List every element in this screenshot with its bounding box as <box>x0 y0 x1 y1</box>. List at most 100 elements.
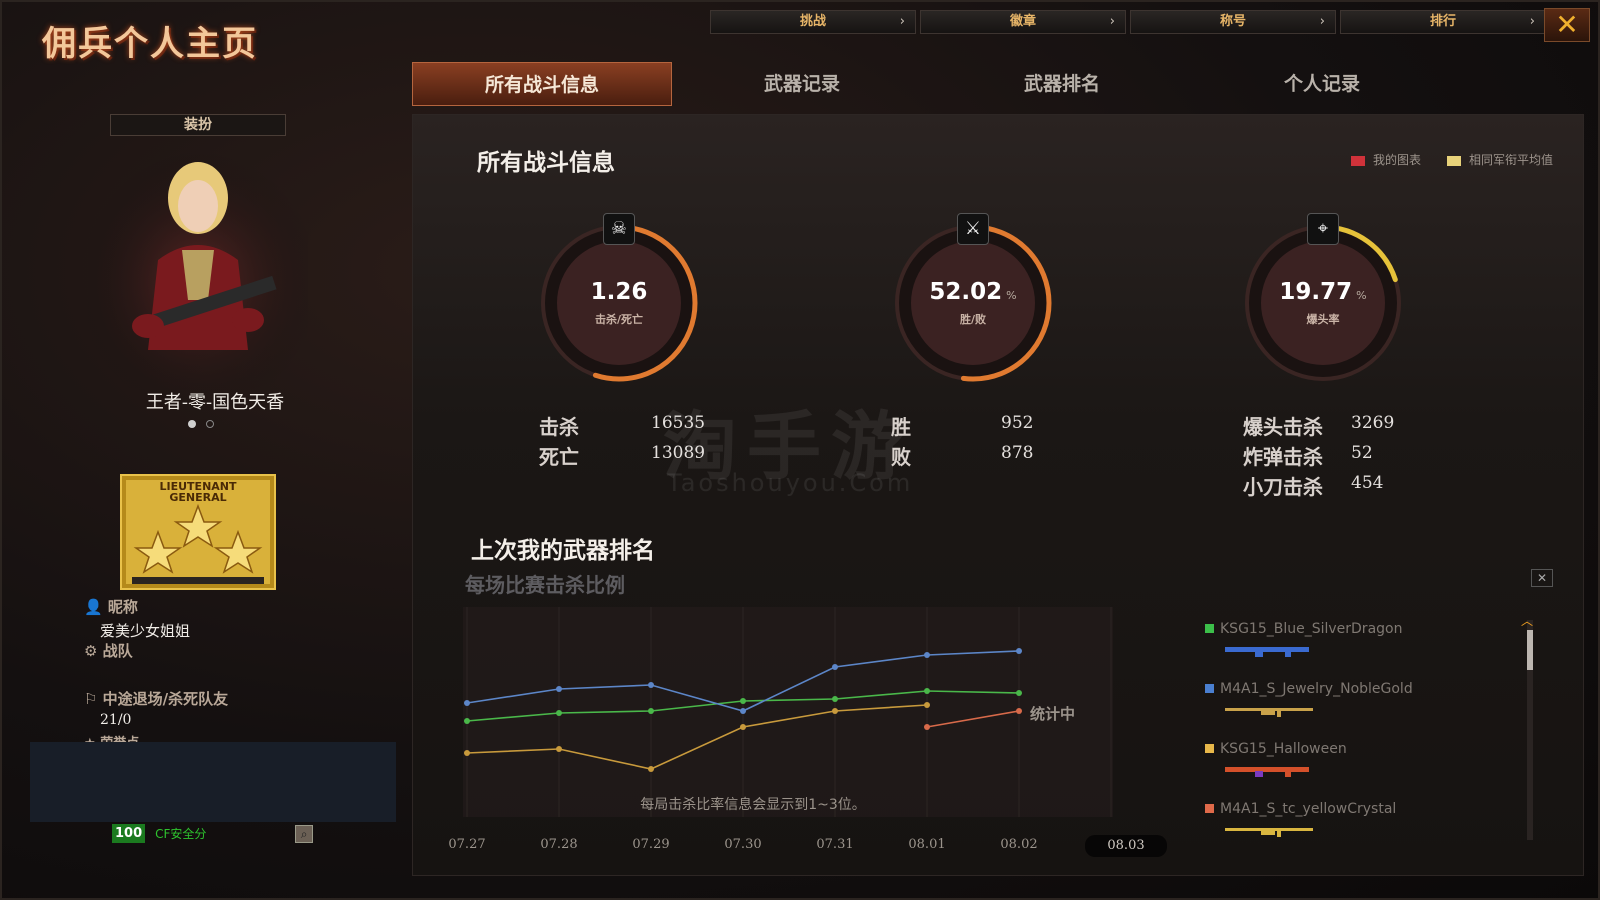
weapon-name: KSG15_Blue_SilverDragon <box>1220 621 1403 637</box>
weapon-name: M4A1_S_tc_yellowCrystal <box>1220 801 1397 817</box>
skull-icon: ☠ <box>603 213 635 245</box>
nav-rank-button[interactable]: 排行 › <box>1340 10 1546 34</box>
search-icon[interactable]: ⌕ <box>295 824 314 843</box>
kd-number: 1.26 <box>590 279 648 305</box>
close-icon[interactable]: ✕ <box>1531 569 1553 587</box>
headshot-gauge-ring <box>1244 224 1402 382</box>
series-point <box>740 724 746 730</box>
tab-personal-records[interactable]: 个人记录 <box>1192 62 1452 106</box>
series-point <box>832 696 838 702</box>
winrate-gauge: ⚔ 52.02% 胜/败 <box>893 213 1063 393</box>
nickname-value: 爱美少女姐姐 <box>100 622 191 640</box>
weapon-item[interactable]: M4A1_S_tc_yellowCrystal <box>1205 801 1397 837</box>
deaths-label: 死亡 <box>539 445 579 469</box>
series-point <box>924 724 930 730</box>
dressup-button[interactable]: 装扮 <box>110 114 286 136</box>
x-tick-label: 07.27 <box>448 837 486 852</box>
tab-bar: 所有战斗信息 武器记录 武器排名 个人记录 <box>412 62 1452 106</box>
kd-value: 1.26 <box>539 279 699 305</box>
weapon-item[interactable]: M4A1_S_Jewelry_NobleGold <box>1205 681 1413 717</box>
series-point <box>556 710 562 716</box>
safety-label: CF安全分 <box>155 827 207 841</box>
series-point <box>1016 648 1022 654</box>
carousel-dot-active[interactable] <box>188 420 196 428</box>
legend-item-mine: 我的图表 <box>1350 151 1421 168</box>
nav-label: 挑战 <box>799 14 826 29</box>
nav-title-button[interactable]: 称号 › <box>1130 10 1336 34</box>
nav-label: 排行 <box>1429 14 1456 29</box>
headshot-label: 爆头率 <box>1306 313 1340 326</box>
chart-legend: 我的图表 相同军衔平均值 <box>1350 151 1553 168</box>
window-frame: 佣兵个人主页 挑战 › 徽章 › 称号 › 排行 › ✕ 所有战斗信息 武器记录 武器排… <box>0 0 1600 900</box>
series-point <box>924 688 930 694</box>
weapon-list-scrollbar[interactable]: ︿ <box>1521 614 1533 840</box>
weapon-ranking-subtitle: 每场比赛击杀比例 <box>465 573 625 597</box>
weapon-item[interactable]: KSG15_Blue_SilverDragon <box>1205 621 1403 657</box>
series-point <box>832 664 838 670</box>
series-point <box>464 700 470 706</box>
panel-title: 所有战斗信息 <box>477 150 615 176</box>
bomb-kills-label: 炸弹击杀 <box>1243 445 1323 469</box>
page-title: 佣兵个人主页 <box>42 24 258 64</box>
info-overlay-box <box>30 742 396 822</box>
battle-info-panel: 所有战斗信息 我的图表 相同军衔平均值 淘手游 Taoshouyou.Com ☠… <box>412 114 1584 876</box>
safety-score: 100 <box>112 824 146 843</box>
nav-challenge-button[interactable]: 挑战 › <box>710 10 916 34</box>
series-point <box>556 686 562 692</box>
legend-label: 我的图表 <box>1372 153 1421 167</box>
x-tick-label: 08.02 <box>1000 837 1038 852</box>
carousel-dot[interactable] <box>206 420 214 428</box>
deaths-value: 13089 <box>651 443 706 463</box>
losses-label: 败 <box>891 445 911 469</box>
wins-value: 952 <box>1001 413 1034 433</box>
series-point <box>556 746 562 752</box>
winrate-label: 胜/败 <box>959 313 987 326</box>
scroll-thumb[interactable] <box>1527 630 1533 670</box>
crossed-guns-icon: ⚔ <box>957 213 989 245</box>
winrate-unit: % <box>1006 289 1017 302</box>
chart-note-text: 每局击杀比率信息会显示到1~3位。 <box>640 796 866 813</box>
x-tick-label: 07.29 <box>632 837 670 852</box>
weapon-color-swatch <box>1205 624 1214 633</box>
kills-value: 16535 <box>651 413 706 433</box>
headshot-gauge: ⌖ 19.77% 爆头率 <box>1243 213 1413 393</box>
scroll-up-icon[interactable]: ︿ <box>1521 612 1533 629</box>
profile-sidebar: 装扮 王者-零-国色天香 LIEUTENANT GENERAL 👤 昵称 爱美少… <box>28 102 402 843</box>
character-name: 王者-零-国色天香 <box>145 392 285 413</box>
close-icon[interactable]: ✕ <box>1544 8 1590 42</box>
series-point <box>648 682 654 688</box>
tab-all-battle-info[interactable]: 所有战斗信息 <box>412 62 672 106</box>
carousel-dots <box>188 420 214 428</box>
watermark-sub: Taoshouyou.Com <box>667 469 914 497</box>
weapon-color-swatch <box>1205 684 1214 693</box>
nav-badge-button[interactable]: 徽章 › <box>920 10 1126 34</box>
nav-label: 徽章 <box>1009 14 1036 29</box>
x-tick-label[interactable]: 08.03 <box>1085 835 1167 857</box>
kd-label: 击杀/死亡 <box>594 313 644 326</box>
rank-badge-icon: LIEUTENANT GENERAL <box>120 474 276 590</box>
headshot-kills-value: 3269 <box>1351 413 1395 433</box>
bomb-kills-value: 52 <box>1351 443 1373 463</box>
shotgun-icon <box>1225 647 1309 657</box>
x-tick-label: 07.28 <box>540 837 578 852</box>
tab-weapon-ranking[interactable]: 武器排名 <box>932 62 1192 106</box>
chevron-right-icon: › <box>1109 14 1115 29</box>
tab-weapon-records[interactable]: 武器记录 <box>672 62 932 106</box>
nickname-label-text: 昵称 <box>107 598 138 616</box>
quit-value: 21/0 <box>100 712 132 728</box>
headshot-value: 19.77% <box>1243 279 1403 305</box>
weapon-item[interactable]: KSG15_Halloween <box>1205 741 1347 777</box>
weapon-color-swatch <box>1205 744 1214 753</box>
character-avatar <box>88 150 308 390</box>
top-nav: 挑战 › 徽章 › 称号 › 排行 › <box>710 10 1546 34</box>
knife-kills-label: 小刀击杀 <box>1243 475 1323 499</box>
legend-label: 相同军衔平均值 <box>1468 153 1553 167</box>
shotgun-icon <box>1225 767 1309 777</box>
kill-ratio-chart: 统计中 每局击杀比率信息会显示到1~3位。 <box>463 607 1113 817</box>
rifle-icon <box>1225 828 1313 837</box>
weapon-name: M4A1_S_Jewelry_NobleGold <box>1220 681 1413 697</box>
chart-status-text: 统计中 <box>1030 705 1075 723</box>
series-point <box>1016 708 1022 714</box>
series-point <box>924 652 930 658</box>
team-label: ⚙ 战队 <box>84 642 133 660</box>
